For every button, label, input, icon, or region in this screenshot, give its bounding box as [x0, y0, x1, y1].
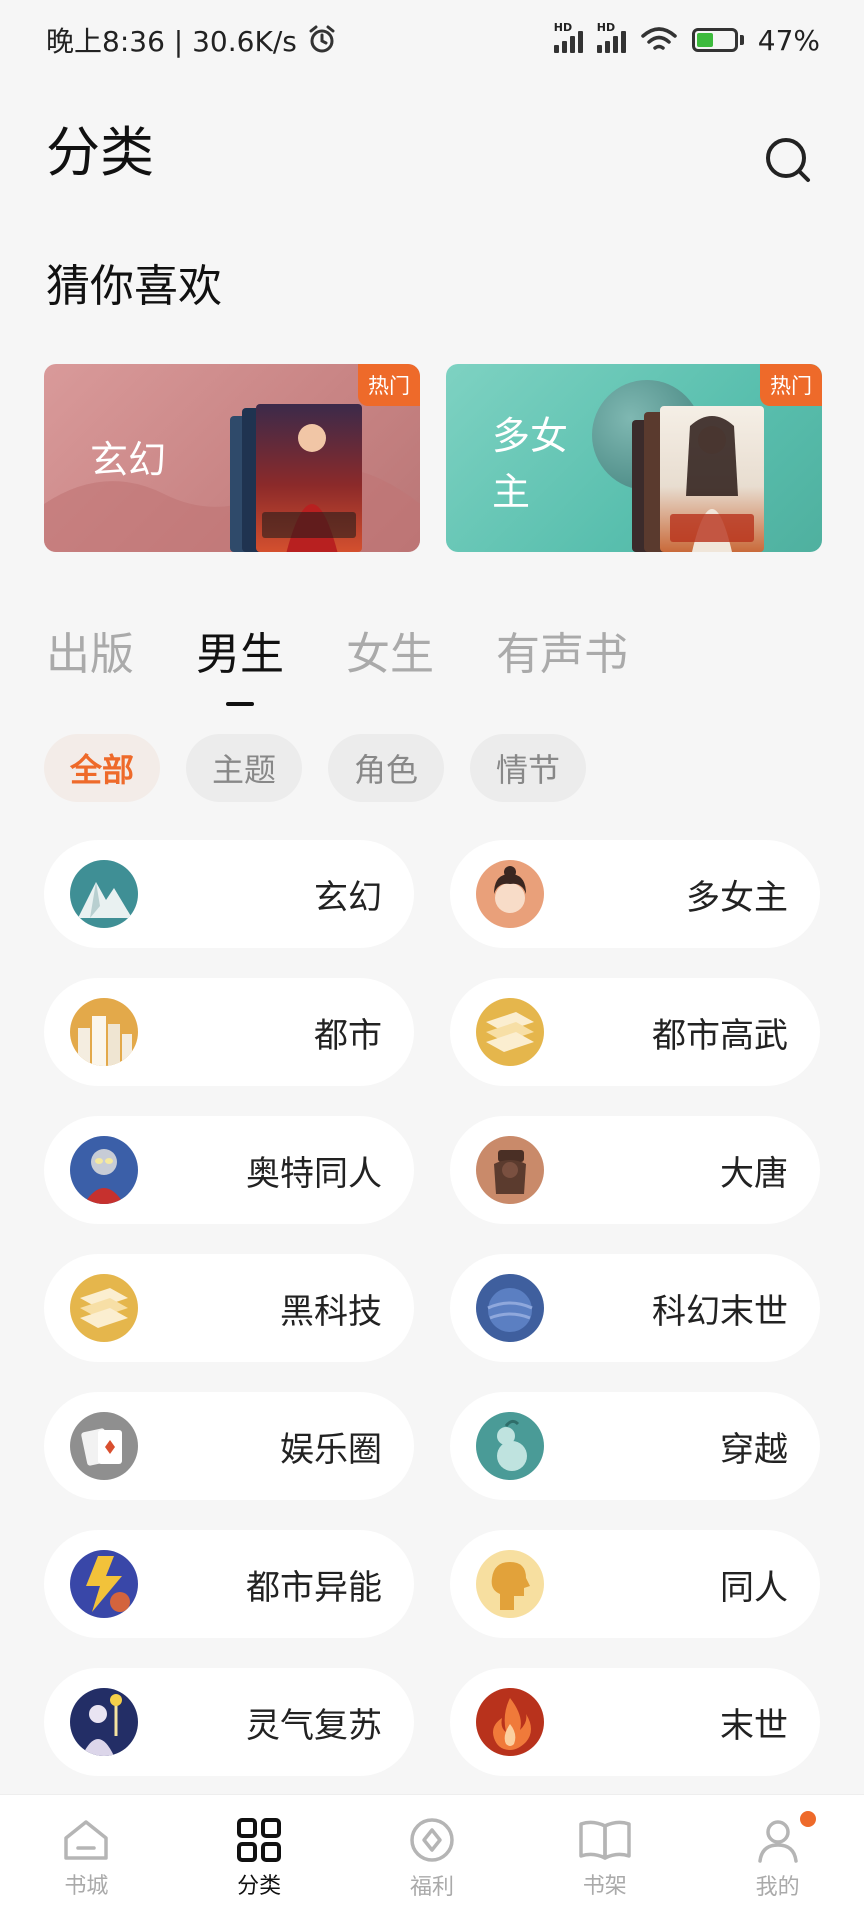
tang-figure-icon — [476, 1136, 544, 1204]
hero-icon — [70, 1136, 138, 1204]
category-item[interactable]: 多女主 — [450, 840, 820, 948]
signal-icon-2: HD — [596, 21, 626, 53]
category-name: 都市异能 — [246, 1567, 382, 1608]
category-name: 都市高武 — [652, 1015, 788, 1056]
nav-label: 分类 — [237, 1873, 282, 1899]
category-name: 大唐 — [720, 1153, 788, 1194]
book-cover — [256, 404, 362, 552]
banner-xuanhuan[interactable]: 玄幻 热门 — [44, 364, 420, 552]
hot-badge: 热门 — [760, 364, 822, 406]
nav-label: 福利 — [409, 1874, 454, 1900]
status-bar: 晚上8:36 | 30.6K/s HD HD 47% — [0, 0, 864, 80]
tab-audiobook[interactable]: 有声书 — [496, 618, 628, 682]
category-item[interactable]: 穿越 — [450, 1392, 820, 1500]
signal-icon: HD — [553, 21, 583, 53]
book-icon — [579, 1820, 631, 1860]
category-item[interactable]: 同人 — [450, 1530, 820, 1638]
nav-label: 我的 — [755, 1874, 800, 1900]
alarm-icon — [309, 25, 335, 53]
cover-figure — [670, 416, 754, 552]
category-name: 末世 — [720, 1705, 788, 1746]
nav-label: 书城 — [64, 1873, 109, 1899]
grid-icon — [237, 1817, 282, 1862]
category-item[interactable]: 玄幻 — [44, 840, 414, 948]
scroll-icon — [476, 998, 544, 1066]
city-icon — [70, 998, 138, 1066]
category-name: 奥特同人 — [246, 1153, 382, 1194]
book-cover — [660, 406, 764, 552]
category-name: 科幻末世 — [652, 1291, 788, 1332]
tab-male[interactable]: 男生 — [196, 618, 284, 682]
category-name: 娱乐圈 — [280, 1429, 382, 1470]
category-item[interactable]: 黑科技 — [44, 1254, 414, 1362]
filter-theme[interactable]: 主题 — [186, 734, 303, 802]
mountain-icon — [70, 860, 138, 928]
banner-duonvzhu[interactable]: 多女主 热门 — [446, 364, 822, 552]
user-icon — [757, 1819, 798, 1863]
battery-icon — [691, 28, 744, 52]
category-name: 穿越 — [720, 1429, 788, 1470]
nav-welfare[interactable]: 福利 — [372, 1815, 492, 1901]
hot-badge: 热门 — [358, 364, 420, 406]
coin-icon — [410, 1817, 454, 1862]
category-name: 都市 — [314, 1015, 382, 1056]
gourd-icon — [476, 1412, 544, 1480]
mage-icon — [70, 1688, 138, 1756]
lightning-icon — [70, 1550, 138, 1618]
cover-figure — [262, 424, 356, 552]
filter-chips: 全部 主题 角色 情节 — [44, 734, 587, 802]
category-name: 黑科技 — [280, 1291, 382, 1332]
category-tabs: 出版 男生 女生 有声书 — [46, 618, 628, 682]
tab-publish[interactable]: 出版 — [46, 618, 134, 682]
category-item[interactable]: 科幻末世 — [450, 1254, 820, 1362]
wifi-icon — [641, 27, 677, 50]
category-item[interactable]: 奥特同人 — [44, 1116, 414, 1224]
status-time: 晚上8:36 | 30.6K/s — [46, 25, 297, 58]
woman-face-icon — [476, 860, 544, 928]
nav-label: 书架 — [582, 1873, 627, 1899]
filter-role[interactable]: 角色 — [328, 734, 445, 802]
nav-bookstore[interactable]: 书城 — [26, 1816, 146, 1900]
battery-percent: 47% — [757, 23, 820, 57]
category-item[interactable]: 灵气复苏 — [44, 1668, 414, 1776]
tab-female[interactable]: 女生 — [346, 618, 434, 682]
notification-dot — [799, 1810, 816, 1827]
nav-bookshelf[interactable]: 书架 — [545, 1816, 665, 1900]
category-name: 同人 — [720, 1567, 788, 1608]
profile-icon — [476, 1550, 544, 1618]
search-icon[interactable] — [762, 134, 814, 186]
banner-label: 多女主 — [492, 414, 569, 514]
category-item[interactable]: 末世 — [450, 1668, 820, 1776]
category-name: 玄幻 — [314, 877, 382, 918]
section-title-recommend: 猜你喜欢 — [46, 261, 222, 312]
filter-plot[interactable]: 情节 — [470, 734, 587, 802]
cards-icon — [70, 1412, 138, 1480]
category-name: 灵气复苏 — [246, 1705, 382, 1746]
nav-category[interactable]: 分类 — [199, 1816, 319, 1900]
scroll-icon — [70, 1274, 138, 1342]
nav-mine[interactable]: 我的 — [718, 1810, 838, 1901]
category-item[interactable]: 娱乐圈 — [44, 1392, 414, 1500]
filter-all[interactable]: 全部 — [44, 734, 161, 802]
page-title: 分类 — [46, 121, 154, 184]
bottom-nav: 书城 分类 福利 书架 我的 — [0, 1794, 864, 1920]
banner-label: 玄幻 — [90, 438, 167, 482]
category-name: 多女主 — [686, 877, 788, 918]
planet-icon — [476, 1274, 544, 1342]
category-item[interactable]: 都市高武 — [450, 978, 820, 1086]
category-item[interactable]: 都市 — [44, 978, 414, 1086]
category-item[interactable]: 大唐 — [450, 1116, 820, 1224]
fire-icon — [476, 1688, 544, 1756]
category-item[interactable]: 都市异能 — [44, 1530, 414, 1638]
home-icon — [64, 1819, 109, 1860]
